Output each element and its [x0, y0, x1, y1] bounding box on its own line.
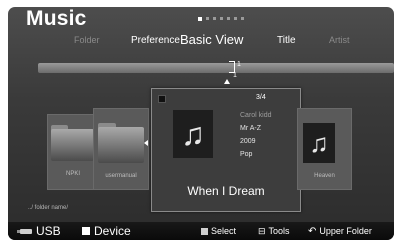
- tab-title[interactable]: Title: [277, 35, 296, 46]
- music-note-icon: ♫: [303, 123, 335, 163]
- upper-folder-button[interactable]: ↶ Upper Folder: [308, 222, 372, 240]
- sort-order: Mr A-Z: [240, 125, 261, 132]
- usb-label: USB: [36, 224, 61, 238]
- tab-folder[interactable]: Folder: [74, 35, 100, 45]
- usb-icon: [17, 228, 32, 234]
- return-icon: ↶: [308, 225, 317, 237]
- tools-button[interactable]: ⊟ Tools: [258, 222, 290, 240]
- scrollbar-track[interactable]: [38, 63, 394, 73]
- folder-label: NPKI: [65, 171, 80, 177]
- device-button[interactable]: Device: [82, 222, 131, 240]
- song-title: When I Dream: [187, 184, 265, 198]
- page-dot: [220, 17, 223, 20]
- select-label: Select: [211, 226, 237, 236]
- scroll-position-top: 1: [237, 61, 241, 68]
- usb-source-button[interactable]: USB: [17, 222, 61, 240]
- folder-label: usermanual: [105, 173, 137, 179]
- music-item-heaven[interactable]: ♫ Heaven: [297, 108, 352, 190]
- scroll-position-bottom: 1: [233, 72, 237, 79]
- upper-folder-label: Upper Folder: [319, 226, 372, 236]
- page-dot-active: [198, 16, 202, 21]
- item-index: 3/4: [256, 94, 266, 101]
- folder-icon: [98, 123, 144, 163]
- tab-preference[interactable]: Preference: [131, 35, 180, 46]
- device-label: Device: [94, 224, 131, 238]
- tools-label: Tools: [268, 226, 290, 236]
- enter-icon: [201, 227, 208, 235]
- page-indicator: [198, 16, 244, 21]
- tab-artist[interactable]: Artist: [329, 35, 350, 45]
- tab-basic-view[interactable]: Basic View: [180, 32, 243, 47]
- page-title: Music: [26, 7, 87, 30]
- page-dot: [241, 17, 244, 20]
- folder-path: ../ folder name/: [28, 205, 69, 211]
- page-dot: [206, 17, 209, 20]
- selected-music-detail[interactable]: 3/4 ♫ Carol kidd Mr A-Z 2009 Pop When I …: [151, 88, 301, 212]
- music-browser-screen: Music Folder Preference Basic View Title…: [8, 7, 394, 240]
- folder-item-npki[interactable]: NPKI: [47, 114, 99, 190]
- page-dot: [213, 17, 216, 20]
- release-year: 2009: [240, 138, 256, 145]
- page-dot: [234, 17, 237, 20]
- previous-arrow-icon[interactable]: [144, 140, 148, 146]
- artist-name: Carol kidd: [240, 112, 272, 119]
- select-button[interactable]: Select: [201, 222, 236, 240]
- view-tabs: Folder Preference Basic View Title Artis…: [8, 32, 394, 57]
- scroll-up-arrow-icon[interactable]: [224, 79, 230, 84]
- music-note-icon: ♫: [173, 110, 213, 158]
- bottom-bar: USB Device Select ⊟ Tools ↶ Upper Folder: [8, 222, 394, 240]
- page-dot: [227, 17, 230, 20]
- device-icon: [82, 227, 90, 235]
- genre: Pop: [240, 151, 253, 158]
- folder-icon: [51, 125, 94, 161]
- tools-icon: ⊟: [258, 225, 266, 236]
- music-label: Heaven: [314, 173, 335, 179]
- checkbox-icon[interactable]: [158, 95, 166, 103]
- folder-item-usermanual[interactable]: usermanual: [93, 108, 149, 190]
